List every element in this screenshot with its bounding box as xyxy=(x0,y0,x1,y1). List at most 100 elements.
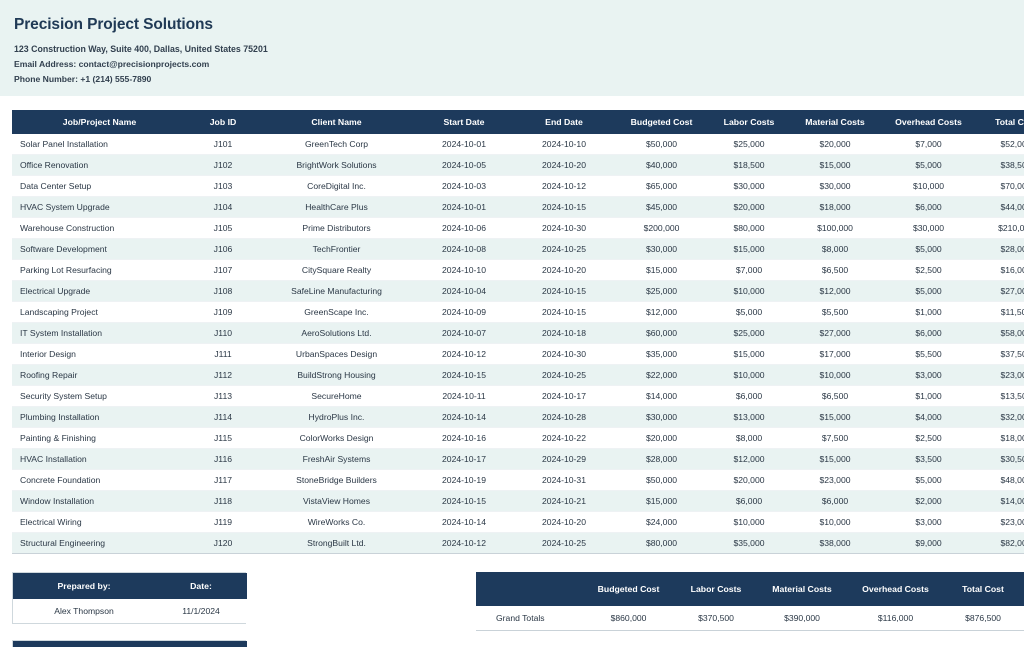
cell-total-cost: $58,000 xyxy=(976,322,1024,344)
cell-start-date: 2024-10-15 xyxy=(414,490,514,512)
cell-job-name: Roofing Repair xyxy=(12,364,187,386)
cell-overhead-costs: $1,000 xyxy=(881,385,976,407)
cell-material-costs: $27,000 xyxy=(789,322,881,344)
cell-job-name: Window Installation xyxy=(12,490,187,512)
cell-end-date: 2024-10-29 xyxy=(514,448,614,470)
table-row[interactable]: HVAC Installation J116 FreshAir Systems 202… xyxy=(12,448,1024,470)
column-header-budgeted-cost[interactable]: Budgeted Cost xyxy=(614,110,709,134)
grand-total-material-costs: $390,000 xyxy=(756,606,848,631)
cell-budgeted-cost: $25,000 xyxy=(614,280,709,302)
cell-start-date: 2024-10-08 xyxy=(414,238,514,260)
cell-overhead-costs: $1,000 xyxy=(881,301,976,323)
cell-budgeted-cost: $50,000 xyxy=(614,134,709,155)
table-row[interactable]: HVAC System Upgrade J104 HealthCare Plus 20… xyxy=(12,196,1024,218)
cell-end-date: 2024-10-15 xyxy=(514,301,614,323)
cell-end-date: 2024-10-20 xyxy=(514,154,614,176)
column-header-overhead-costs[interactable]: Overhead Costs xyxy=(881,110,976,134)
column-header-client-name[interactable]: Client Name xyxy=(259,110,414,134)
cell-job-name: Software Development xyxy=(12,238,187,260)
column-header-start-date[interactable]: Start Date xyxy=(414,110,514,134)
prepared-by-name[interactable]: Alex Thompson xyxy=(13,599,155,623)
column-header-labor-costs[interactable]: Labor Costs xyxy=(709,110,789,134)
table-row[interactable]: Landscaping Project J109 GreenScape Inc. 20… xyxy=(12,301,1024,323)
table-row[interactable]: Concrete Foundation J117 StoneBridge Build… xyxy=(12,469,1024,491)
column-header-end-date[interactable]: End Date xyxy=(514,110,614,134)
column-header-total-cost[interactable]: Total Cost xyxy=(976,110,1024,134)
cell-client-name: UrbanSpaces Design xyxy=(259,343,414,365)
cell-budgeted-cost: $60,000 xyxy=(614,322,709,344)
table-row[interactable]: Warehouse Construction J105 Prime Distribu… xyxy=(12,217,1024,239)
cell-total-cost: $210,000 xyxy=(976,217,1024,239)
column-header-material-costs[interactable]: Material Costs xyxy=(789,110,881,134)
approved-by-header-row: Approved by: Date: xyxy=(13,641,247,647)
cell-job-name: HVAC Installation xyxy=(12,448,187,470)
table-row[interactable]: Plumbing Installation J114 HydroPlus Inc. 2… xyxy=(12,406,1024,428)
cell-job-id: J112 xyxy=(187,364,259,386)
table-row[interactable]: Window Installation J118 VistaView Homes 20… xyxy=(12,490,1024,512)
cell-budgeted-cost: $24,000 xyxy=(614,511,709,533)
cell-total-cost: $23,000 xyxy=(976,511,1024,533)
table-row[interactable]: Parking Lot Resurfacing J107 CitySquare Re… xyxy=(12,259,1024,281)
cell-labor-costs: $30,000 xyxy=(709,175,789,197)
table-row[interactable]: Security System Setup J113 SecureHome 2024-… xyxy=(12,385,1024,407)
table-row[interactable]: Painting & Finishing J115 ColorWorks Desig… xyxy=(12,427,1024,449)
cell-client-name: BrightWork Solutions xyxy=(259,154,414,176)
cell-job-id: J117 xyxy=(187,469,259,491)
cell-end-date: 2024-10-15 xyxy=(514,280,614,302)
cell-start-date: 2024-10-07 xyxy=(414,322,514,344)
cell-start-date: 2024-10-06 xyxy=(414,217,514,239)
cell-material-costs: $30,000 xyxy=(789,175,881,197)
column-header-job-id[interactable]: Job ID xyxy=(187,110,259,134)
grand-totals-column: Budgeted Cost Labor Costs Material Costs… xyxy=(476,572,1024,631)
cell-start-date: 2024-10-12 xyxy=(414,343,514,365)
cell-total-cost: $27,000 xyxy=(976,280,1024,302)
cell-job-name: Plumbing Installation xyxy=(12,406,187,428)
cell-job-name: IT System Installation xyxy=(12,322,187,344)
cell-budgeted-cost: $30,000 xyxy=(614,406,709,428)
cell-end-date: 2024-10-21 xyxy=(514,490,614,512)
cell-start-date: 2024-10-03 xyxy=(414,175,514,197)
cell-budgeted-cost: $28,000 xyxy=(614,448,709,470)
cell-total-cost: $30,500 xyxy=(976,448,1024,470)
cell-overhead-costs: $2,000 xyxy=(881,490,976,512)
cell-budgeted-cost: $30,000 xyxy=(614,238,709,260)
cell-total-cost: $14,000 xyxy=(976,490,1024,512)
cell-budgeted-cost: $20,000 xyxy=(614,427,709,449)
table-row[interactable]: Structural Engineering J120 StrongBuilt Lt… xyxy=(12,532,1024,554)
table-row[interactable]: Interior Design J111 UrbanSpaces Design 202… xyxy=(12,343,1024,365)
table-row[interactable]: Office Renovation J102 BrightWork Solution… xyxy=(12,154,1024,176)
grand-totals-header-labor-costs: Labor Costs xyxy=(676,572,756,606)
cell-labor-costs: $80,000 xyxy=(709,217,789,239)
table-row[interactable]: Solar Panel Installation J101 GreenTech Co… xyxy=(12,134,1024,155)
cell-job-name: Office Renovation xyxy=(12,154,187,176)
table-row[interactable]: Data Center Setup J103 CoreDigital Inc. 202… xyxy=(12,175,1024,197)
cell-job-name: Electrical Wiring xyxy=(12,511,187,533)
column-header-job-name[interactable]: Job/Project Name xyxy=(12,110,187,134)
table-row[interactable]: Software Development J106 TechFrontier 2024… xyxy=(12,238,1024,260)
grand-totals-header-material-costs: Material Costs xyxy=(756,572,848,606)
cell-material-costs: $15,000 xyxy=(789,448,881,470)
cell-material-costs: $12,000 xyxy=(789,280,881,302)
cell-overhead-costs: $2,500 xyxy=(881,427,976,449)
table-row[interactable]: Roofing Repair J112 BuildStrong Housing 202… xyxy=(12,364,1024,386)
cell-total-cost: $37,500 xyxy=(976,343,1024,365)
cell-material-costs: $100,000 xyxy=(789,217,881,239)
cell-material-costs: $6,500 xyxy=(789,385,881,407)
table-row[interactable]: IT System Installation J110 AeroSolutions … xyxy=(12,322,1024,344)
grand-totals-header-row: Budgeted Cost Labor Costs Material Costs… xyxy=(476,572,1024,606)
cell-overhead-costs: $5,000 xyxy=(881,238,976,260)
prepared-by-date[interactable]: 11/1/2024 xyxy=(155,599,247,623)
document-footer-area: Prepared by: Date: Alex Thompson 11/1/20… xyxy=(0,554,1024,647)
cell-client-name: HydroPlus Inc. xyxy=(259,406,414,428)
table-row[interactable]: Electrical Wiring J119 WireWorks Co. 2024-1… xyxy=(12,511,1024,533)
cell-labor-costs: $25,000 xyxy=(709,134,789,155)
cell-job-name: Structural Engineering xyxy=(12,532,187,554)
cell-end-date: 2024-10-25 xyxy=(514,238,614,260)
cell-overhead-costs: $5,000 xyxy=(881,280,976,302)
grand-totals-row: Grand Totals $860,000 $370,500 $390,000 … xyxy=(476,606,1024,631)
cell-budgeted-cost: $15,000 xyxy=(614,259,709,281)
cell-labor-costs: $7,000 xyxy=(709,259,789,281)
table-row[interactable]: Electrical Upgrade J108 SafeLine Manufactu… xyxy=(12,280,1024,302)
jobs-table-body: Solar Panel Installation J101 GreenTech Co… xyxy=(12,134,1024,554)
cell-budgeted-cost: $22,000 xyxy=(614,364,709,386)
